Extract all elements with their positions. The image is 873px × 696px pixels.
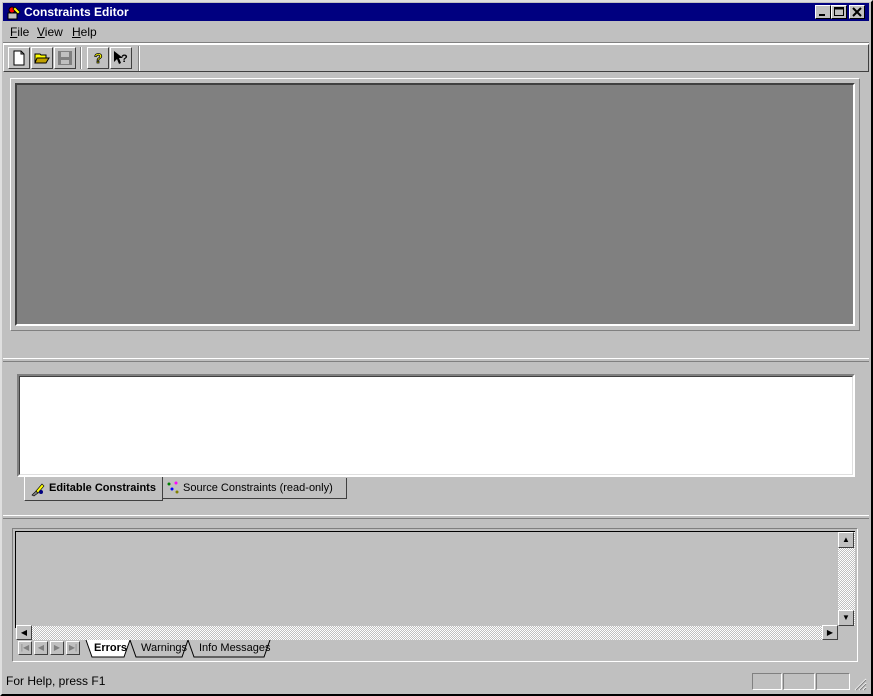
help-question-icon: ? [94, 50, 103, 66]
scroll-up-button[interactable]: ▲ [838, 532, 854, 548]
splitter-upper[interactable] [3, 358, 869, 362]
tab-warnings[interactable]: Warnings [141, 640, 187, 657]
context-help-pointer-icon: ? [114, 51, 128, 65]
title-bar[interactable]: Constraints Editor [3, 3, 869, 21]
toolbar-end-divider [138, 46, 140, 71]
editable-constraints-icon [31, 483, 45, 497]
arrow-right-icon: ▶ [826, 628, 834, 637]
toolbar: ? ? [3, 44, 869, 72]
new-document-button[interactable] [8, 47, 30, 69]
tab-next-button[interactable]: ▶ [50, 641, 64, 655]
open-folder-icon [34, 53, 50, 64]
new-document-icon [13, 50, 25, 66]
status-panel-3 [816, 673, 850, 690]
help-button[interactable]: ? [87, 47, 109, 69]
save-button[interactable] [54, 47, 76, 69]
tab-source-constraints[interactable]: Source Constraints (read-only) [163, 478, 347, 499]
tab-source-label: Source Constraints (read-only) [183, 482, 333, 494]
context-help-button[interactable]: ? [110, 47, 132, 69]
menu-file-label: ile [17, 25, 30, 39]
menu-bar: File View Help [3, 22, 869, 41]
prev-icon: ◀ [37, 643, 45, 652]
status-bar: For Help, press F1 [3, 671, 869, 692]
messages-horizontal-scrollbar[interactable]: ◀ ▶ [16, 625, 838, 640]
tab-editable-constraints[interactable]: Editable Constraints [24, 477, 163, 501]
messages-list[interactable] [15, 531, 855, 628]
svg-text:?: ? [94, 50, 103, 66]
maximize-icon [834, 7, 844, 16]
splitter-lower[interactable] [3, 515, 869, 519]
save-disk-icon [58, 51, 72, 65]
arrow-down-icon: ▼ [842, 613, 850, 622]
maximize-button[interactable] [831, 5, 847, 19]
status-text: For Help, press F1 [6, 674, 106, 688]
scroll-right-button[interactable]: ▶ [822, 625, 838, 640]
constraints-editor-area[interactable] [17, 374, 855, 477]
arrow-left-icon: ◀ [20, 628, 28, 637]
tab-editable-label: Editable Constraints [49, 482, 156, 494]
tab-info-messages[interactable]: Info Messages [199, 640, 271, 657]
tab-last-button[interactable]: ▶| [66, 641, 80, 655]
close-button[interactable] [849, 5, 865, 19]
tab-errors[interactable]: Errors [94, 640, 127, 657]
menu-help-access-key: H [72, 25, 81, 39]
close-icon [852, 7, 862, 17]
next-icon: ▶ [53, 643, 61, 652]
menu-file[interactable]: File [7, 24, 32, 40]
last-icon: ▶| [68, 643, 78, 652]
scrollbar-corner [838, 626, 855, 640]
app-icon[interactable] [6, 4, 22, 20]
menu-view[interactable]: View [34, 24, 66, 40]
scroll-down-button[interactable]: ▼ [838, 610, 854, 626]
menu-view-access-key: V [37, 25, 45, 39]
resize-grip-icon[interactable] [853, 677, 867, 691]
workspace-panel[interactable] [15, 83, 855, 326]
menu-view-label: iew [44, 25, 63, 39]
toolbar-divider [80, 47, 82, 69]
scroll-left-button[interactable]: ◀ [16, 625, 32, 640]
message-tab-strip: |◀ ◀ ▶ ▶| Errors Warnings Info Messages [16, 640, 854, 658]
open-folder-button[interactable] [31, 47, 53, 69]
tab-prev-button[interactable]: ◀ [34, 641, 48, 655]
menu-help[interactable]: Help [69, 24, 100, 40]
first-icon: |◀ [20, 643, 30, 652]
window-title: Constraints Editor [24, 5, 129, 19]
svg-text:?: ? [121, 53, 128, 65]
minimize-icon [819, 14, 825, 16]
status-panel-2 [783, 673, 815, 690]
minimize-button[interactable] [815, 5, 831, 19]
source-constraints-icon [167, 481, 179, 494]
arrow-up-icon: ▲ [842, 535, 850, 544]
menu-help-label: elp [80, 25, 97, 39]
tab-first-button[interactable]: |◀ [18, 641, 32, 655]
status-panel-1 [752, 673, 782, 690]
messages-vertical-scrollbar[interactable]: ▲ ▼ [838, 532, 855, 626]
